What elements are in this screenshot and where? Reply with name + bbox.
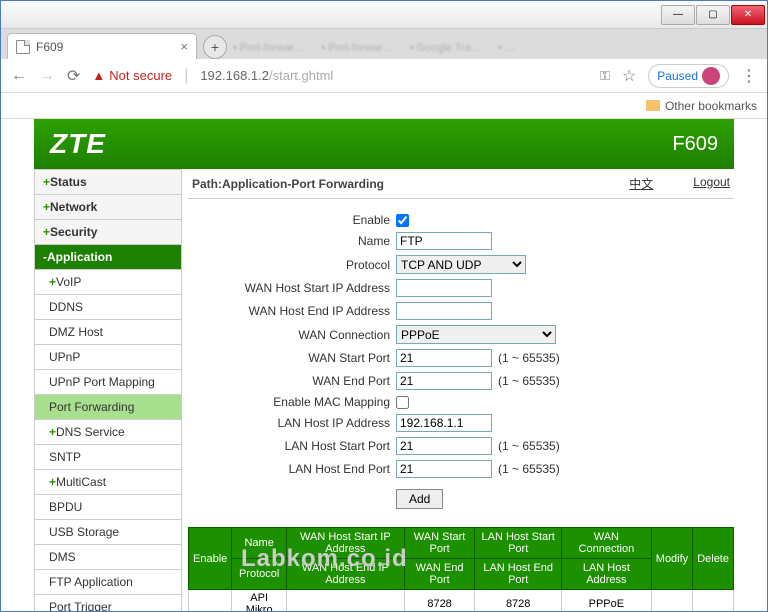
th-wan-start-port: WAN Start Port bbox=[404, 528, 475, 559]
th-protocol: Protocol bbox=[232, 559, 287, 590]
window-close-button[interactable]: ✕ bbox=[731, 5, 765, 25]
warning-icon: ▲ bbox=[92, 68, 105, 83]
browser-toolbar: ← → ⟳ ▲ Not secure | 192.168.1.2/start.g… bbox=[1, 59, 767, 93]
bookmark-other[interactable]: Other bookmarks bbox=[665, 99, 757, 113]
lan-start-port-label: LAN Host Start Port bbox=[188, 439, 396, 453]
th-lan-start-port: LAN Host Start Port bbox=[475, 528, 562, 559]
sidebar-top-security[interactable]: +Security bbox=[34, 220, 182, 245]
browser-tabstrip: F609 × + • Port-forwar… • Port-forwar… •… bbox=[1, 29, 767, 59]
name-input[interactable] bbox=[396, 232, 492, 250]
add-button[interactable]: Add bbox=[396, 489, 443, 509]
wan-end-port-input[interactable] bbox=[396, 372, 492, 390]
sidebar-item-port-trigger[interactable]: Port Trigger bbox=[34, 595, 182, 611]
wan-end-ip-input[interactable] bbox=[396, 302, 492, 320]
router-header: ZTE F609 bbox=[34, 119, 734, 169]
browser-tab-active[interactable]: F609 × bbox=[7, 33, 197, 59]
mac-map-label: Enable MAC Mapping bbox=[188, 395, 396, 409]
file-icon bbox=[16, 40, 30, 54]
protocol-select[interactable]: TCP AND UDP bbox=[396, 255, 526, 274]
sidebar-item-ddns[interactable]: DDNS bbox=[34, 295, 182, 320]
logout-link[interactable]: Logout bbox=[693, 175, 730, 192]
protocol-label: Protocol bbox=[188, 258, 396, 272]
lan-end-port-input[interactable] bbox=[396, 460, 492, 478]
folder-icon bbox=[646, 100, 660, 111]
port-hint: (1 ~ 65535) bbox=[498, 351, 560, 365]
sidebar-item-dns-service[interactable]: +DNS Service bbox=[34, 420, 182, 445]
wan-end-ip-label: WAN Host End IP Address bbox=[188, 304, 396, 318]
th-name: Name bbox=[232, 528, 287, 559]
rules-table: Enable Name WAN Host Start IP Address WA… bbox=[188, 527, 734, 611]
page-viewport: ZTE F609 +Status+Network+Security-Applic… bbox=[1, 119, 767, 611]
window-maximize-button[interactable]: ▢ bbox=[696, 5, 730, 25]
reload-button[interactable]: ⟳ bbox=[67, 66, 80, 86]
model-label: F609 bbox=[672, 133, 718, 156]
star-icon[interactable]: ☆ bbox=[622, 66, 636, 86]
menu-button[interactable]: ⋮ bbox=[741, 66, 757, 86]
sidebar-item-dms[interactable]: DMS bbox=[34, 545, 182, 570]
sidebar-top-status[interactable]: +Status bbox=[34, 169, 182, 195]
sidebar-top-application[interactable]: -Application bbox=[34, 245, 182, 270]
lan-end-port-label: LAN Host End Port bbox=[188, 462, 396, 476]
lan-ip-input[interactable] bbox=[396, 414, 492, 432]
wan-start-port-input[interactable] bbox=[396, 349, 492, 367]
sidebar-item-multicast[interactable]: +MultiCast bbox=[34, 470, 182, 495]
name-label: Name bbox=[188, 234, 396, 248]
language-link[interactable]: 中文 bbox=[629, 175, 653, 192]
wan-conn-select[interactable]: PPPoE bbox=[396, 325, 556, 344]
sidebar-item-sntp[interactable]: SNTP bbox=[34, 445, 182, 470]
sidebar: +Status+Network+Security-Application+VoI… bbox=[34, 169, 182, 611]
key-icon[interactable]: ⚿ bbox=[600, 68, 610, 84]
port-hint: (1 ~ 65535) bbox=[498, 439, 560, 453]
avatar-icon bbox=[702, 67, 720, 85]
breadcrumb: Path:Application-Port Forwarding bbox=[192, 177, 384, 191]
background-tabs: • Port-forwar… • Port-forwar… • Google T… bbox=[233, 37, 761, 59]
port-hint: (1 ~ 65535) bbox=[498, 374, 560, 388]
enable-label: Enable bbox=[188, 213, 396, 227]
sidebar-item-ftp-application[interactable]: FTP Application bbox=[34, 570, 182, 595]
th-wan-end-port: WAN End Port bbox=[404, 559, 475, 590]
th-lan-addr: LAN Host Address bbox=[561, 559, 651, 590]
th-lan-end-port: LAN Host End Port bbox=[475, 559, 562, 590]
new-tab-button[interactable]: + bbox=[203, 35, 227, 59]
sidebar-item-upnp-port-mapping[interactable]: UPnP Port Mapping bbox=[34, 370, 182, 395]
table-row: API Mikro 8728 8728 PPPoE bbox=[189, 590, 734, 612]
th-wan-end-ip: WAN Host End IP Address bbox=[287, 559, 405, 590]
th-wan-conn: WAN Connection bbox=[561, 528, 651, 559]
sidebar-item-upnp[interactable]: UPnP bbox=[34, 345, 182, 370]
lan-ip-label: LAN Host IP Address bbox=[188, 416, 396, 430]
th-delete: Delete bbox=[693, 528, 734, 590]
sidebar-item-port-forwarding[interactable]: Port Forwarding bbox=[34, 395, 182, 420]
sidebar-item-usb-storage[interactable]: USB Storage bbox=[34, 520, 182, 545]
mac-map-checkbox[interactable] bbox=[396, 396, 409, 409]
security-indicator[interactable]: ▲ Not secure bbox=[92, 68, 172, 83]
forward-button[interactable]: → bbox=[39, 67, 55, 85]
wan-end-port-label: WAN End Port bbox=[188, 374, 396, 388]
wan-start-ip-input[interactable] bbox=[396, 279, 492, 297]
port-hint: (1 ~ 65535) bbox=[498, 462, 560, 476]
th-wan-start-ip: WAN Host Start IP Address bbox=[287, 528, 405, 559]
content-area: Path:Application-Port Forwarding 中文 Logo… bbox=[182, 169, 734, 611]
tab-close-icon[interactable]: × bbox=[180, 39, 188, 54]
window-titlebar: — ▢ ✕ bbox=[1, 1, 767, 29]
tab-title: F609 bbox=[36, 40, 63, 54]
wan-start-ip-label: WAN Host Start IP Address bbox=[188, 281, 396, 295]
enable-checkbox[interactable] bbox=[396, 214, 409, 227]
lan-start-port-input[interactable] bbox=[396, 437, 492, 455]
sidebar-item-dmz-host[interactable]: DMZ Host bbox=[34, 320, 182, 345]
th-modify: Modify bbox=[651, 528, 692, 590]
th-enable: Enable bbox=[189, 528, 232, 590]
url-display[interactable]: 192.168.1.2/start.ghtml bbox=[200, 68, 333, 83]
sidebar-top-network[interactable]: +Network bbox=[34, 195, 182, 220]
wan-start-port-label: WAN Start Port bbox=[188, 351, 396, 365]
zte-logo: ZTE bbox=[50, 128, 106, 160]
window-minimize-button[interactable]: — bbox=[661, 5, 695, 25]
port-forwarding-form: Enable Name ProtocolTCP AND UDP WAN Host… bbox=[188, 213, 734, 509]
bookmarks-bar: Other bookmarks bbox=[1, 93, 767, 119]
sidebar-item-bpdu[interactable]: BPDU bbox=[34, 495, 182, 520]
wan-conn-label: WAN Connection bbox=[188, 328, 396, 342]
back-button[interactable]: ← bbox=[11, 67, 27, 85]
sidebar-item-voip[interactable]: +VoIP bbox=[34, 270, 182, 295]
breadcrumb-row: Path:Application-Port Forwarding 中文 Logo… bbox=[188, 169, 734, 199]
profile-paused[interactable]: Paused bbox=[648, 64, 729, 88]
